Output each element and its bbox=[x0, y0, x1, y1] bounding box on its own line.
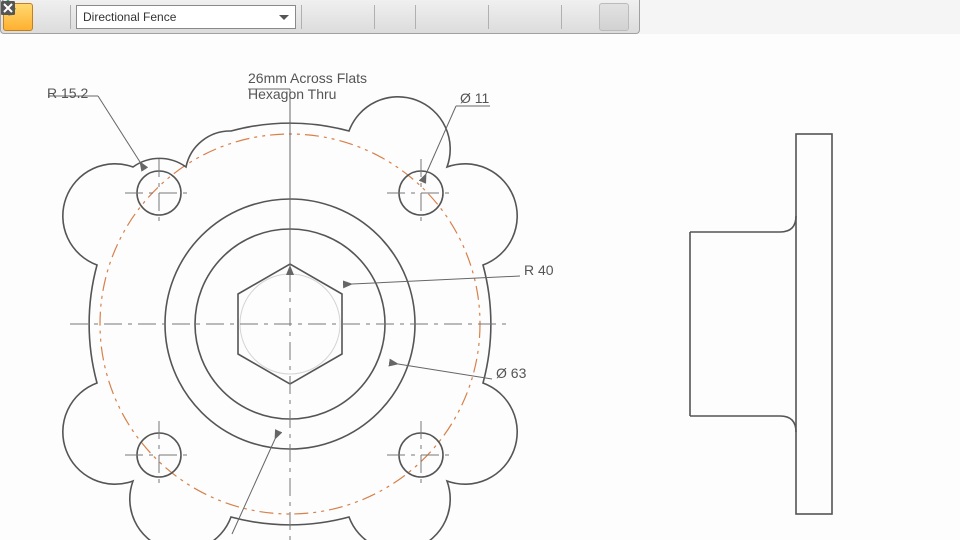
selection-mode-dropdown[interactable]: Directional Fence bbox=[76, 5, 296, 29]
toolbar-separator bbox=[561, 5, 562, 29]
toolbar: Directional Fence bbox=[0, 0, 640, 34]
dim-dia63: Ø 63 bbox=[496, 365, 526, 381]
dim-r152: R 15.2 bbox=[47, 85, 88, 101]
sketch-button[interactable] bbox=[380, 3, 410, 31]
close-icon bbox=[0, 0, 16, 16]
dim-dia11: Ø 11 bbox=[460, 90, 489, 106]
toolbar-separator bbox=[374, 5, 375, 29]
toolbar-separator bbox=[70, 5, 71, 29]
toolbar-separator bbox=[415, 5, 416, 29]
dim-hexnote1: 26mm Across Flats bbox=[248, 70, 367, 86]
layer-up-button[interactable] bbox=[307, 3, 337, 31]
polygon-tool-button[interactable] bbox=[453, 3, 483, 31]
dropdown-text: Directional Fence bbox=[83, 10, 176, 24]
toolbar-separator bbox=[488, 5, 489, 29]
accept-button[interactable] bbox=[567, 3, 597, 31]
drawing-canvas[interactable]: .solid { stroke:#555; stroke-width:1.6; … bbox=[0, 34, 960, 540]
back-button[interactable] bbox=[494, 3, 524, 31]
panel-tool-button[interactable] bbox=[35, 3, 65, 31]
forward-button[interactable] bbox=[526, 3, 556, 31]
toolbar-separator bbox=[301, 5, 302, 29]
rect-tool-button[interactable] bbox=[421, 3, 451, 31]
cad-drawing: .solid { stroke:#555; stroke-width:1.6; … bbox=[0, 34, 960, 540]
dim-r40: R 40 bbox=[524, 262, 554, 278]
filter-button[interactable] bbox=[339, 3, 369, 31]
cancel-button[interactable] bbox=[599, 3, 629, 31]
dim-hexnote2: Hexagon Thru bbox=[248, 86, 336, 102]
